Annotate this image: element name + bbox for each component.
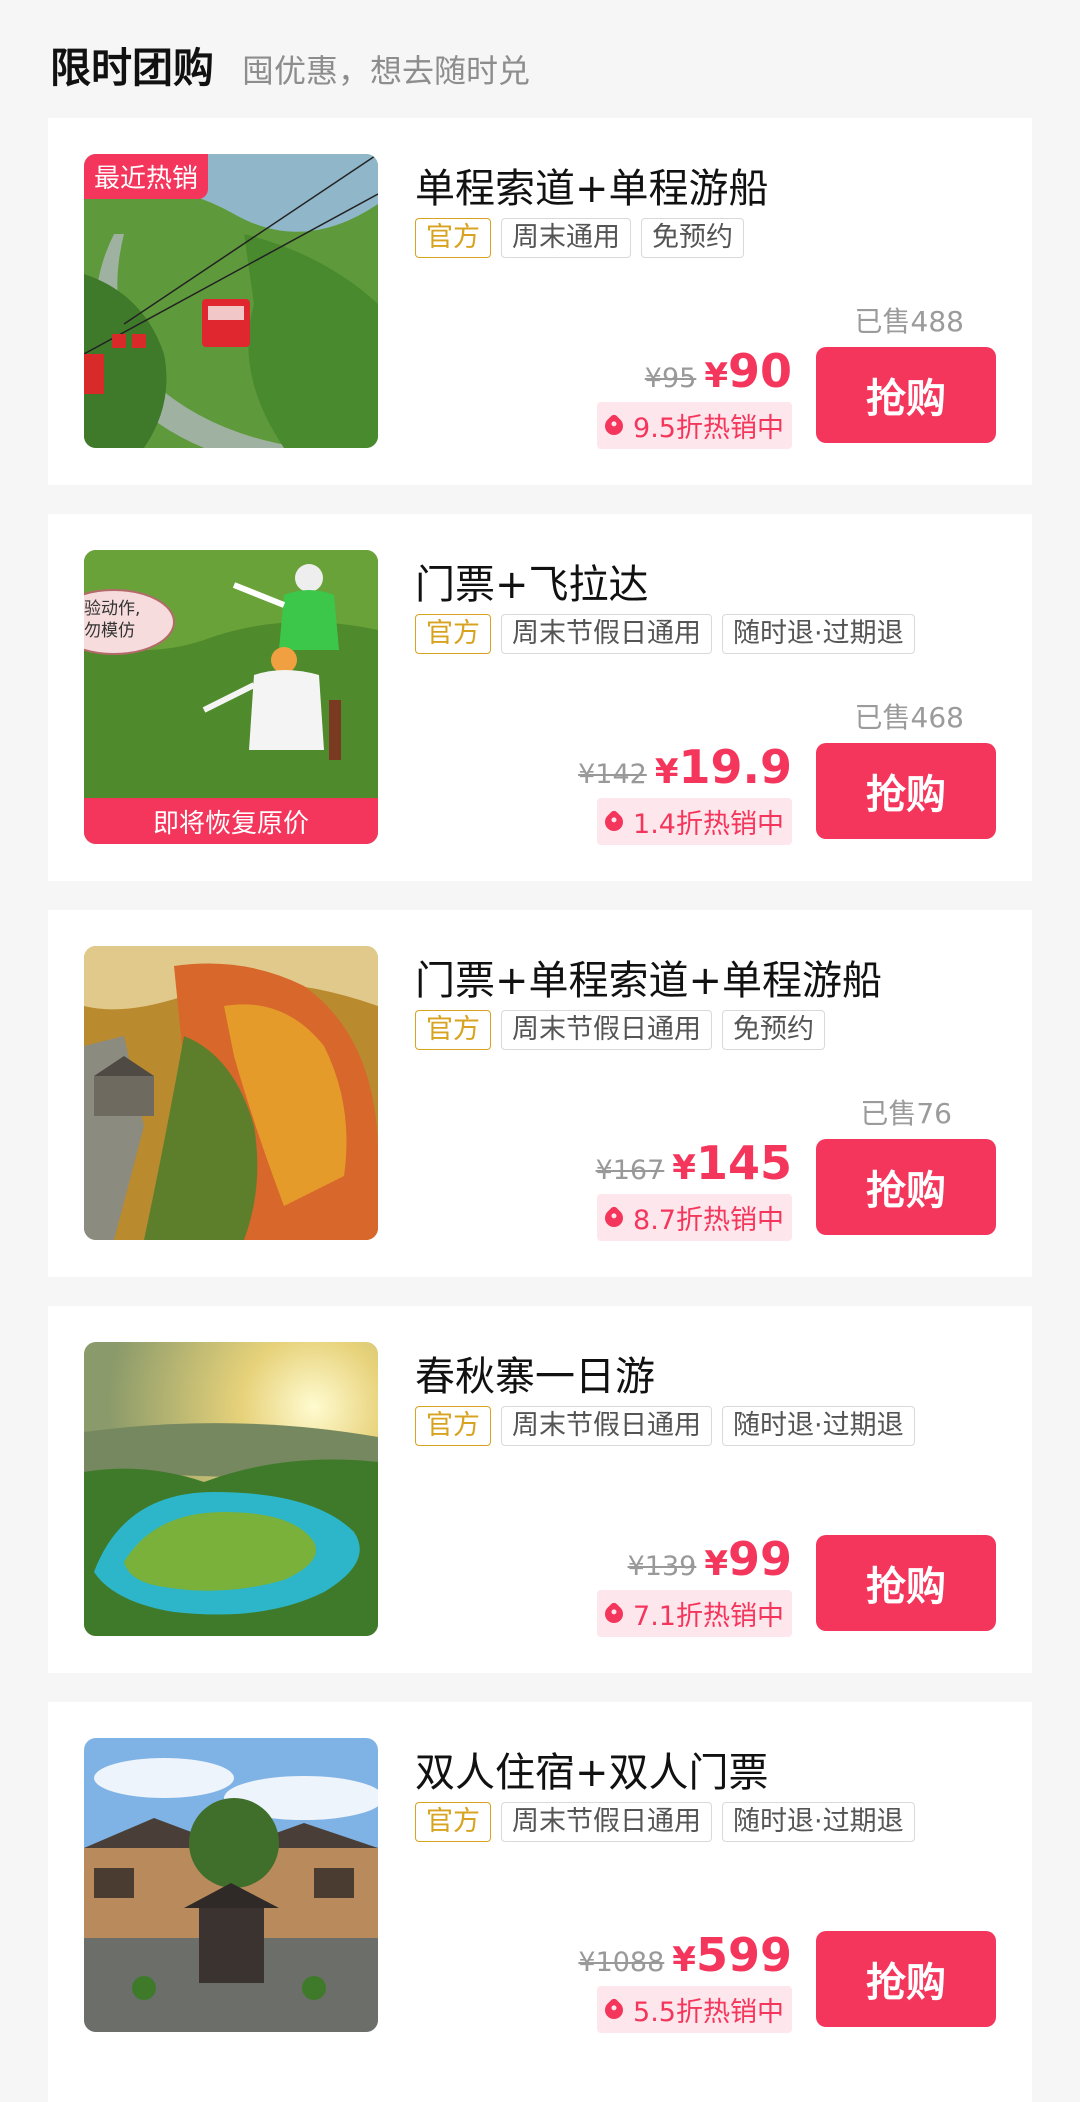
product-card[interactable]: 门票+单程索道+单程游船 官方 周末节假日通用 免预约 已售76 ¥167 ¥ …: [48, 910, 1032, 1277]
discount-badge: 8.7折热销中: [597, 1194, 792, 1241]
product-name[interactable]: 单程索道+单程游船: [415, 156, 769, 214]
sold-count: 已售468: [854, 701, 964, 734]
product-image[interactable]: 最近热销: [84, 154, 378, 448]
official-tag: 官方: [415, 1802, 491, 1842]
discount-badge: 1.4折热销中: [597, 798, 792, 845]
tag-list: 官方 周末节假日通用 随时退·过期退: [415, 1406, 915, 1446]
buy-button[interactable]: 抢购: [816, 347, 996, 443]
currency-symbol: ¥: [704, 1544, 728, 1584]
discount-text: 9.5折热销中: [633, 413, 784, 444]
product-name[interactable]: 门票+飞拉达: [415, 552, 649, 610]
official-tag: 官方: [415, 1406, 491, 1446]
original-price: ¥139: [627, 1551, 697, 1582]
original-price: ¥142: [578, 759, 647, 790]
discount-badge: 5.5折热销中: [597, 1986, 792, 2033]
product-image[interactable]: 验动作, 勿模仿 即将恢复原价: [84, 550, 378, 844]
currency-symbol: ¥: [654, 752, 679, 792]
price-tag-icon: [601, 808, 627, 835]
price-block: ¥142 ¥ 19.9 1.4折热销中: [578, 740, 792, 845]
price-block: ¥167 ¥ 145 8.7折热销中: [596, 1136, 792, 1241]
current-price: 19.9: [678, 740, 793, 794]
price-tag-icon: [601, 1600, 627, 1627]
speech-bubble-text: 勿模仿: [84, 621, 135, 641]
discount-text: 5.5折热销中: [633, 1997, 784, 2028]
hot-sale-badge: 最近热销: [84, 154, 209, 199]
product-card[interactable]: 春秋寨一日游 官方 周末节假日通用 随时退·过期退 ¥139 ¥ 99 7.1折…: [48, 1306, 1032, 1673]
usage-tag: 周末节假日通用: [501, 1406, 712, 1446]
product-card[interactable]: 验动作, 勿模仿 即将恢复原价 门票+飞拉达 官方 周末节假日通用 随时退·过期…: [48, 514, 1032, 881]
section-title: 限时团购: [50, 44, 214, 92]
currency-symbol: ¥: [672, 1148, 696, 1188]
product-image[interactable]: [84, 946, 378, 1240]
usage-tag: 周末节假日通用: [501, 1010, 712, 1050]
price-block: ¥1088 ¥ 599 5.5折热销中: [578, 1928, 792, 2033]
tag-list: 官方 周末通用 免预约: [415, 218, 744, 258]
discount-badge: 7.1折热销中: [597, 1590, 792, 1637]
usage-tag: 周末节假日通用: [501, 614, 712, 654]
product-card[interactable]: 双人住宿+双人门票 官方 周末节假日通用 随时退·过期退 ¥1088 ¥ 599…: [48, 1702, 1032, 2102]
discount-text: 7.1折热销中: [633, 1601, 784, 1632]
currency-symbol: ¥: [672, 1940, 696, 1980]
product-name[interactable]: 双人住宿+双人门票: [415, 1740, 769, 1798]
currency-symbol: ¥: [704, 356, 728, 396]
product-image[interactable]: [84, 1342, 378, 1636]
usage-tag: 周末节假日通用: [501, 1802, 712, 1842]
buy-button[interactable]: 抢购: [816, 1139, 996, 1235]
buy-button[interactable]: 抢购: [816, 1535, 996, 1631]
official-tag: 官方: [415, 614, 491, 654]
current-price: 99: [727, 1532, 792, 1586]
tag-list: 官方 周末节假日通用 免预约: [415, 1010, 825, 1050]
price-tag-icon: [601, 1204, 627, 1231]
tag-list: 官方 周末节假日通用 随时退·过期退: [415, 1802, 915, 1842]
original-price: ¥167: [595, 1155, 665, 1186]
discount-badge: 9.5折热销中: [597, 402, 792, 449]
buy-button[interactable]: 抢购: [816, 1931, 996, 2027]
refund-tag: 随时退·过期退: [722, 614, 915, 654]
refund-tag: 随时退·过期退: [722, 1406, 915, 1446]
section-subtitle: 囤优惠，想去随时兑: [242, 52, 531, 90]
product-image[interactable]: [84, 1738, 378, 2032]
price-tag-icon: [601, 412, 627, 439]
price-block: ¥139 ¥ 99 7.1折热销中: [597, 1532, 792, 1637]
product-name[interactable]: 春秋寨一日游: [415, 1344, 655, 1402]
buy-button[interactable]: 抢购: [816, 743, 996, 839]
section-header: 限时团购 囤优惠，想去随时兑: [0, 0, 1080, 118]
price-block: ¥95 ¥ 90 9.5折热销中: [597, 344, 792, 449]
official-tag: 官方: [415, 1010, 491, 1050]
tag-list: 官方 周末节假日通用 随时退·过期退: [415, 614, 915, 654]
current-price: 90: [727, 344, 792, 398]
original-price: ¥95: [644, 363, 697, 394]
price-tag-icon: [601, 1996, 627, 2023]
product-card[interactable]: 最近热销 单程索道+单程游船 官方 周末通用 免预约 已售488 ¥95 ¥ 9…: [48, 118, 1032, 485]
current-price: 599: [695, 1928, 792, 1982]
discount-text: 8.7折热销中: [633, 1205, 784, 1236]
refund-tag: 随时退·过期退: [722, 1802, 915, 1842]
sold-count: 已售76: [860, 1097, 952, 1130]
product-name[interactable]: 门票+单程索道+单程游船: [415, 948, 882, 1006]
original-price: ¥1088: [578, 1947, 665, 1978]
booking-tag: 免预约: [722, 1010, 825, 1050]
price-restore-badge: 即将恢复原价: [84, 798, 378, 844]
sold-count: 已售488: [854, 305, 964, 338]
booking-tag: 免预约: [641, 218, 744, 258]
current-price: 145: [695, 1136, 792, 1190]
official-tag: 官方: [415, 218, 491, 258]
usage-tag: 周末通用: [501, 218, 631, 258]
discount-text: 1.4折热销中: [633, 809, 784, 840]
